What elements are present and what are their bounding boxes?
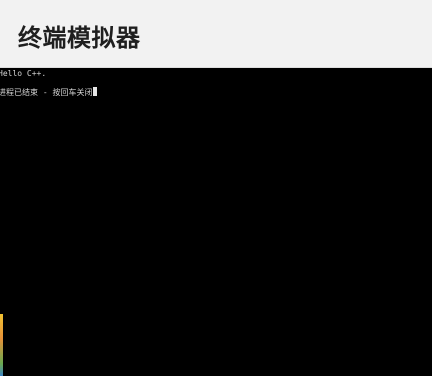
terminal-output-area[interactable]: Hello C++. 进程已结束 - 按回车关闭 (0, 68, 432, 376)
app-title: 终端模拟器 (18, 24, 141, 52)
title-bar: 终端模拟器 (0, 0, 432, 68)
terminal-line-text: Hello C++. (0, 69, 47, 78)
terminal-line-text: 进程已结束 - 按回车关闭 (0, 88, 93, 97)
terminal-line: Hello C++. (0, 69, 46, 79)
terminal-line: 进程已结束 - 按回车关闭 (0, 87, 98, 98)
terminal-emulator-app: 终端模拟器 Hello C++. 进程已结束 - 按回车关闭 (0, 0, 432, 376)
cursor-icon (93, 87, 98, 96)
window-edge-decoration (0, 314, 3, 376)
